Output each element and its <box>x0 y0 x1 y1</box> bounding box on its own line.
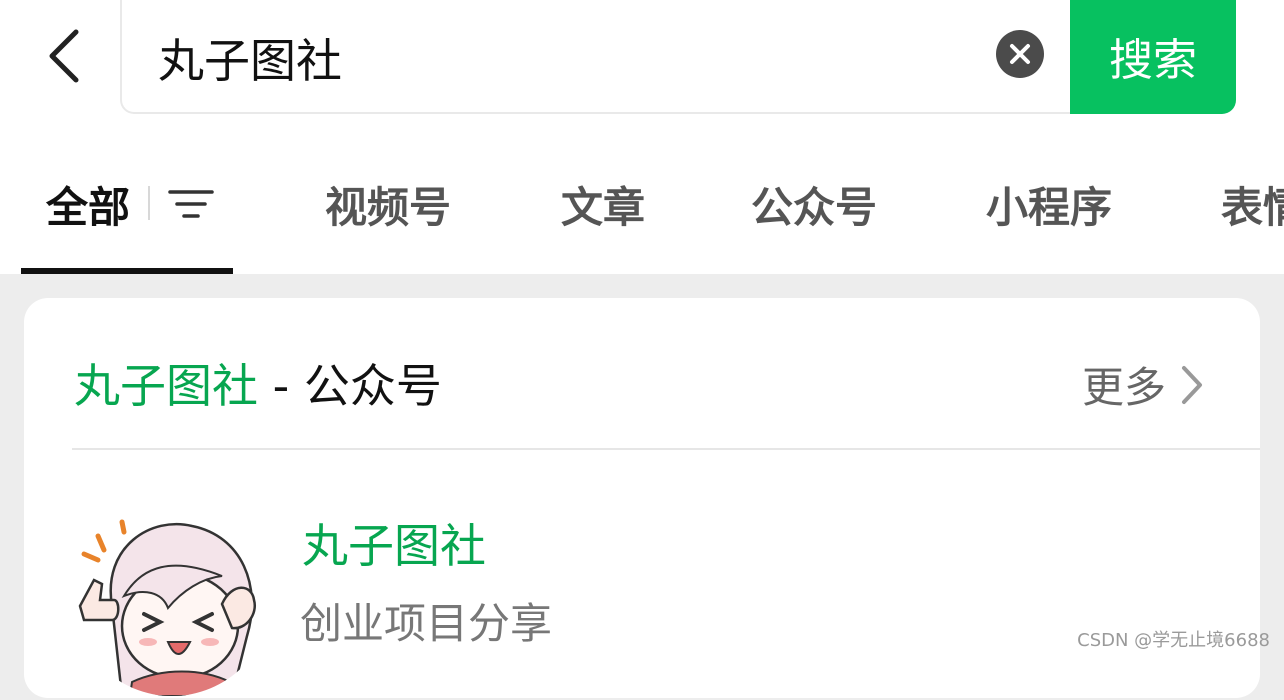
search-button[interactable]: 搜索 <box>1070 0 1236 114</box>
filter-icon <box>168 190 214 218</box>
more-label: 更多 <box>1081 363 1166 412</box>
tab-official-accounts[interactable]: 公众号 <box>751 174 877 235</box>
account-result-item[interactable]: 丸子图社 创业项目分享 <box>24 450 1260 700</box>
anime-girl-avatar-image <box>72 496 272 696</box>
active-tab-indicator <box>21 268 233 274</box>
search-box: 搜索 <box>120 0 1236 114</box>
tab-articles[interactable]: 文章 <box>561 174 645 235</box>
tab-bar: 全部 视频号 文章 公众号 小程序 表情 <box>0 140 1284 274</box>
more-link[interactable]: 更多 <box>1082 354 1204 415</box>
clear-search-button[interactable] <box>996 30 1044 78</box>
chevron-right-icon <box>1182 365 1202 404</box>
section-category: 公众号 <box>303 359 442 413</box>
tab-mini-programs[interactable]: 小程序 <box>986 174 1112 235</box>
tab-channels[interactable]: 视频号 <box>325 174 451 235</box>
search-input[interactable] <box>158 26 938 90</box>
tab-stickers[interactable]: 表情 <box>1221 174 1284 235</box>
tab-all[interactable]: 全部 <box>46 174 130 235</box>
section-keyword: 丸子图社 <box>74 359 258 413</box>
account-description: 创业项目分享 <box>300 599 553 648</box>
section-title: 丸子图社 - 公众号 <box>74 350 442 416</box>
tab-divider <box>148 186 150 220</box>
section-separator: - <box>258 359 304 413</box>
top-bar: 搜索 <box>0 0 1284 140</box>
official-account-results-card: 丸子图社 - 公众号 更多 丸子图社 创业项目分享 <box>24 298 1260 698</box>
close-icon <box>1010 44 1030 64</box>
chevron-left-icon <box>49 29 79 83</box>
back-button[interactable] <box>40 26 90 86</box>
watermark: CSDN @学无止境6688 <box>1077 630 1270 651</box>
filter-button[interactable] <box>168 184 214 224</box>
account-name: 丸子图社 <box>302 519 486 573</box>
avatar <box>72 496 272 696</box>
